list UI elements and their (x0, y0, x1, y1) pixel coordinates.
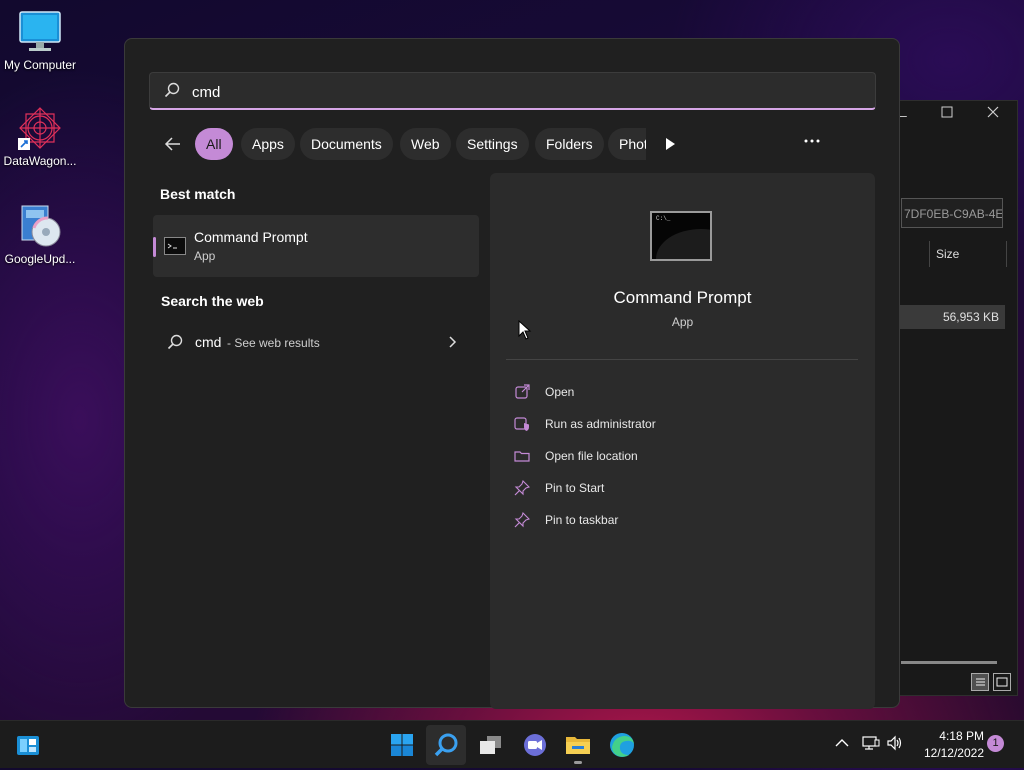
desktop-icon-googleupdate[interactable]: GoogleUpd... (0, 204, 80, 266)
clock-time[interactable]: 4:18 PM (924, 729, 984, 743)
details-view-icon[interactable] (971, 673, 989, 691)
command-prompt-icon (164, 237, 186, 255)
folder-icon (514, 448, 532, 466)
pin-icon (514, 511, 532, 530)
preview-divider (506, 359, 858, 360)
web-result-suffix: - See web results (227, 336, 320, 350)
address-bar[interactable]: 7DF0EB-C9AB-4E2... (901, 198, 1003, 228)
clock-date[interactable]: 12/12/2022 (910, 746, 984, 760)
search-input[interactable] (190, 79, 794, 105)
chat-button[interactable] (514, 725, 554, 765)
best-match-heading: Best match (160, 186, 236, 202)
result-preview-pane: C:\_ Command Prompt App Open Run as admi… (490, 173, 875, 709)
selection-accent (153, 237, 156, 257)
start-search-panel: All Apps Documents Web Settings Folders … (124, 38, 900, 709)
search-icon (434, 733, 458, 757)
action-label: Pin to Start (545, 481, 605, 495)
action-pin-to-taskbar[interactable]: Pin to taskbar (514, 509, 844, 533)
filter-chip-all[interactable]: All (195, 128, 233, 160)
taskbar: 4:18 PM 12/12/2022 (0, 720, 1024, 768)
search-icon (164, 82, 180, 103)
close-icon[interactable] (987, 105, 999, 121)
scroll-right-icon[interactable] (664, 137, 676, 156)
desktop-icon-label: GoogleUpd... (4, 252, 76, 266)
filter-chip-apps[interactable]: Apps (241, 128, 295, 160)
command-prompt-large-icon: C:\_ (650, 211, 712, 261)
action-label: Open file location (545, 449, 638, 463)
best-match-name: Command Prompt (194, 229, 308, 245)
widgets-icon (17, 736, 39, 755)
search-box[interactable] (149, 72, 876, 110)
preview-app-type: App (671, 315, 694, 329)
back-arrow-icon[interactable] (163, 134, 183, 154)
chevron-up-icon[interactable] (834, 735, 850, 756)
open-icon (514, 384, 532, 402)
notification-badge[interactable]: 1 (987, 735, 1004, 752)
best-match-type: App (194, 249, 216, 263)
action-label: Open (545, 385, 575, 399)
file-explorer-button[interactable] (558, 725, 598, 765)
search-web-heading: Search the web (161, 293, 264, 309)
web-query-text: cmd (195, 334, 222, 350)
task-view-button[interactable] (470, 725, 510, 765)
running-indicator (574, 761, 582, 764)
edge-button[interactable] (602, 725, 642, 765)
edge-icon (610, 733, 634, 757)
shield-admin-icon (514, 416, 532, 434)
minimize-icon[interactable]: – (899, 107, 907, 123)
start-button[interactable] (382, 725, 422, 765)
background-explorer-window[interactable]: – 7DF0EB-C9AB-4E2... Size 56,953 KB (898, 100, 1018, 696)
large-icons-view-icon[interactable] (993, 673, 1011, 691)
best-match-result[interactable]: Command Prompt App (153, 215, 479, 277)
search-icon (167, 334, 183, 355)
action-label: Pin to taskbar (545, 513, 619, 527)
action-pin-to-start[interactable]: Pin to Start (514, 477, 844, 501)
desktop-icon-label: My Computer (3, 58, 77, 72)
action-open[interactable]: Open (514, 381, 844, 405)
filter-chip-settings[interactable]: Settings (456, 128, 529, 160)
filter-chip-web[interactable]: Web (400, 128, 451, 160)
chat-icon (524, 734, 546, 756)
web-search-result[interactable]: cmd - See web results (155, 329, 465, 357)
column-header-size[interactable]: Size (929, 241, 1007, 267)
filter-chip-photos[interactable]: Phot (608, 128, 646, 160)
search-taskbar-button[interactable] (426, 725, 466, 765)
preview-app-name: Command Prompt (613, 288, 752, 307)
action-open-file-location[interactable]: Open file location (514, 445, 844, 469)
desktop-icon-my-computer[interactable]: My Computer (0, 10, 80, 72)
network-icon[interactable] (862, 735, 880, 756)
maximize-icon[interactable] (941, 105, 953, 121)
windows-logo-icon (391, 734, 413, 756)
widgets-button[interactable] (8, 725, 48, 765)
desktop-icon-datawagon[interactable]: DataWagon... (0, 106, 80, 168)
filter-bar: All Apps Documents Web Settings Folders … (159, 128, 859, 162)
datawagon-icon (18, 106, 62, 150)
action-label: Run as administrator (545, 417, 656, 431)
more-options-icon[interactable] (804, 132, 820, 153)
mouse-cursor-icon (518, 319, 532, 345)
action-run-as-administrator[interactable]: Run as administrator (514, 413, 844, 437)
volume-icon[interactable] (886, 735, 904, 756)
horizontal-scrollbar[interactable] (901, 661, 997, 664)
pin-icon (514, 479, 532, 498)
filter-chip-documents[interactable]: Documents (300, 128, 393, 160)
desktop-icon-label: DataWagon... (3, 154, 77, 168)
folder-icon (566, 737, 590, 754)
task-view-icon (480, 736, 501, 754)
installer-icon (18, 204, 62, 248)
filter-chip-folders[interactable]: Folders (535, 128, 604, 160)
chevron-right-icon[interactable] (447, 335, 457, 354)
monitor-icon (18, 10, 62, 54)
file-row-size[interactable]: 56,953 KB (899, 305, 1005, 329)
